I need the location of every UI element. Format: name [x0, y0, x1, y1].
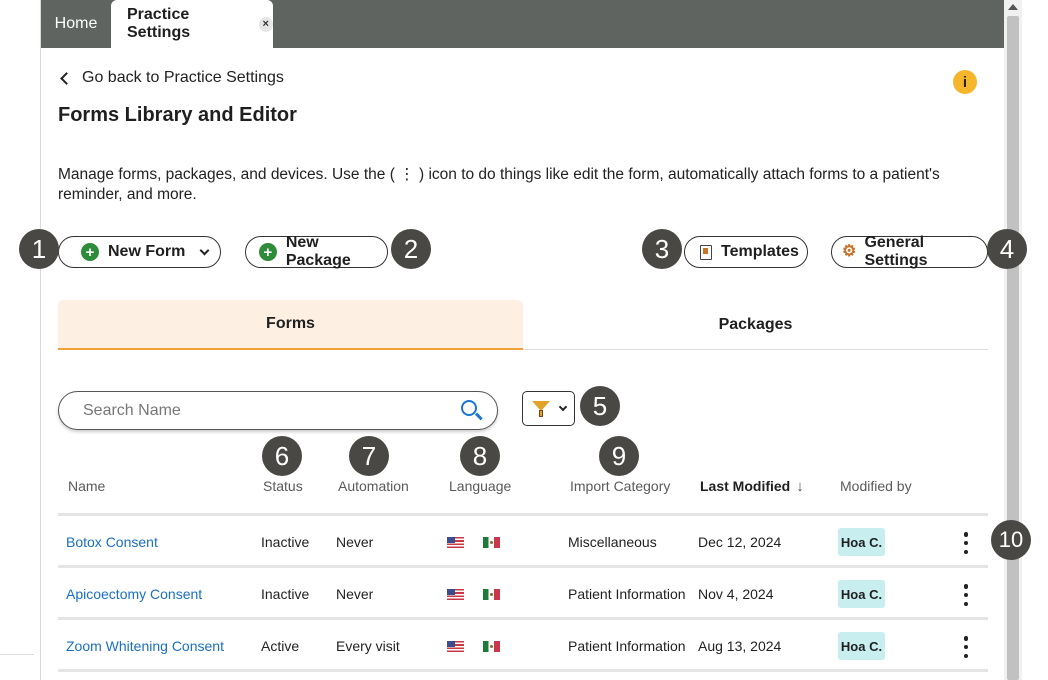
search-placeholder: Search Name	[83, 402, 181, 419]
tab-home[interactable]: Home	[41, 0, 111, 48]
last-modified-cell: Aug 13, 2024	[698, 638, 782, 654]
us-flag-icon	[447, 641, 464, 652]
back-link[interactable]: Go back to Practice Settings	[58, 69, 284, 87]
page-title: Forms Library and Editor	[58, 104, 297, 126]
back-link-label: Go back to Practice Settings	[82, 69, 284, 86]
more-options-icon[interactable]	[963, 532, 969, 554]
templates-label: Templates	[721, 243, 799, 260]
chevron-down-icon	[199, 245, 210, 255]
automation-cell: Never	[336, 586, 374, 602]
mexico-flag-icon	[483, 589, 500, 600]
status-cell: Inactive	[261, 534, 310, 550]
status-cell: Active	[261, 638, 300, 654]
filter-button[interactable]	[522, 391, 575, 426]
gear-icon: ⚙	[842, 243, 857, 260]
left-gutter	[0, 0, 41, 680]
column-header-modified-by[interactable]: Modified by	[840, 478, 912, 494]
template-book-icon	[700, 244, 712, 260]
callout-badge: 6	[262, 436, 302, 476]
status-cell: Inactive	[261, 586, 310, 602]
last-modified-label: Last Modified	[700, 478, 791, 494]
mexico-flag-icon	[483, 641, 500, 652]
modified-by-chip: Hoa C.	[838, 580, 885, 608]
search-input[interactable]: Search Name	[58, 391, 498, 430]
table-row: Botox Consent Inactive Never Miscellaneo…	[58, 516, 988, 568]
new-form-label: New Form	[108, 243, 186, 260]
callout-badge: 1	[19, 229, 59, 269]
form-name-link[interactable]: Apicoectomy Consent	[66, 586, 202, 602]
new-package-button[interactable]: + New Package	[245, 234, 388, 269]
modified-by-chip: Hoa C.	[838, 528, 885, 556]
callout-badge: 10	[991, 520, 1031, 560]
scroll-thumb[interactable]	[1007, 16, 1019, 680]
us-flag-icon	[447, 589, 464, 600]
table-row: Apicoectomy Consent Inactive Never Patie…	[58, 568, 988, 620]
more-options-icon[interactable]	[963, 636, 969, 658]
plus-icon: +	[259, 243, 277, 261]
tab-packages[interactable]: Packages	[523, 300, 988, 350]
chevron-down-icon	[558, 402, 568, 412]
more-options-icon[interactable]	[963, 584, 969, 606]
new-package-label: New Package	[285, 234, 351, 269]
category-cell: Patient Information	[568, 638, 686, 654]
page-description: Manage forms, packages, and devices. Use…	[58, 166, 940, 203]
automation-cell: Every visit	[336, 638, 400, 654]
category-cell: Miscellaneous	[568, 534, 657, 550]
plus-icon: +	[81, 243, 99, 261]
callout-badge: 9	[599, 436, 639, 476]
templates-button[interactable]: Templates	[684, 236, 808, 268]
callout-badge: 7	[349, 436, 389, 476]
tab-practice-settings-label: Practice Settings	[127, 6, 191, 41]
sort-down-icon[interactable]: ↓	[796, 478, 804, 495]
general-settings-label: General Settings	[864, 234, 928, 269]
automation-cell: Never	[336, 534, 374, 550]
table-row: Zoom Whitening Consent Active Every visi…	[58, 620, 988, 672]
callout-badge: 4	[987, 229, 1027, 269]
column-header-last-modified[interactable]: Last Modified ↓	[700, 478, 804, 495]
info-icon[interactable]: i	[953, 70, 977, 94]
category-cell: Patient Information	[568, 586, 686, 602]
us-flag-icon	[447, 537, 464, 548]
mexico-flag-icon	[483, 537, 500, 548]
form-name-link[interactable]: Zoom Whitening Consent	[66, 638, 224, 654]
tab-practice-settings[interactable]: Practice Settings ×	[111, 0, 273, 48]
callout-badge: 2	[391, 229, 431, 269]
column-header-status[interactable]: Status	[263, 478, 303, 494]
form-name-link[interactable]: Botox Consent	[66, 534, 158, 550]
general-settings-button[interactable]: ⚙ General Settings	[831, 234, 988, 269]
scroll-up-icon[interactable]	[1008, 4, 1018, 10]
column-header-import-category[interactable]: Import Category	[570, 478, 670, 494]
callout-badge: 8	[460, 436, 500, 476]
last-modified-cell: Nov 4, 2024	[698, 586, 774, 602]
column-header-automation[interactable]: Automation	[338, 478, 409, 494]
top-tab-bar: Home Practice Settings ×	[41, 0, 1004, 48]
modified-by-chip: Hoa C.	[838, 632, 885, 660]
vertical-scrollbar[interactable]	[1004, 0, 1022, 680]
new-form-button[interactable]: + New Form	[58, 236, 221, 268]
close-icon[interactable]: ×	[258, 16, 273, 32]
last-modified-cell: Dec 12, 2024	[698, 534, 782, 550]
column-header-language[interactable]: Language	[449, 478, 511, 494]
search-icon[interactable]	[461, 400, 477, 416]
callout-badge: 5	[580, 386, 620, 426]
tab-forms[interactable]: Forms	[58, 300, 523, 350]
chevron-left-icon	[60, 71, 73, 85]
filter-funnel-stem	[539, 410, 543, 417]
gutter-divider	[0, 654, 34, 655]
callout-badge: 3	[642, 229, 682, 269]
column-header-name[interactable]: Name	[68, 478, 105, 494]
